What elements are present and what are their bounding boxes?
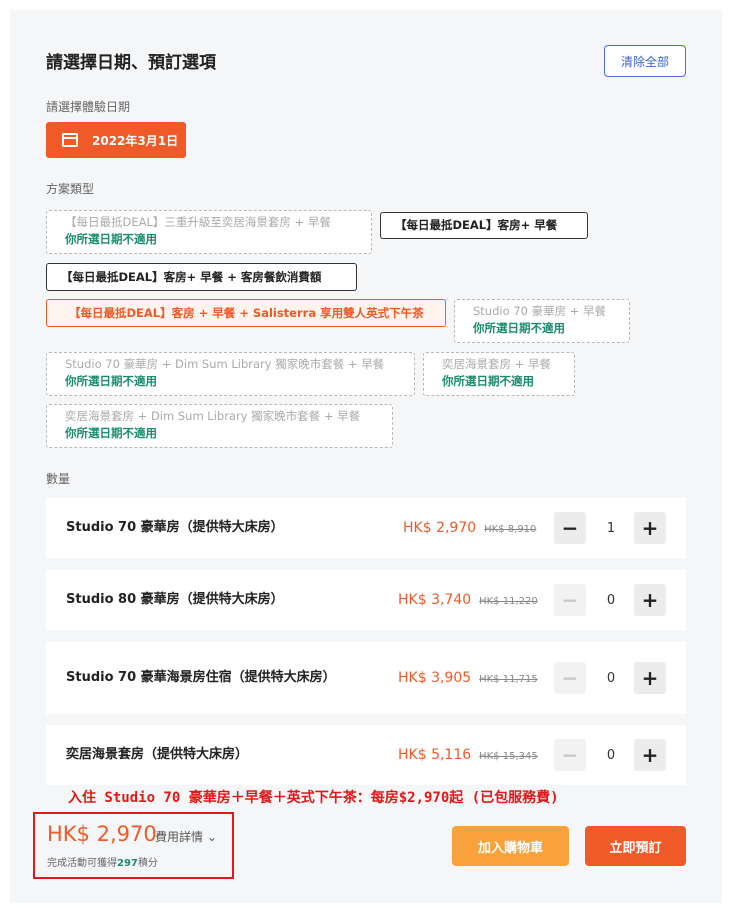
selected-date: 2022年3月1日	[92, 133, 179, 148]
room-row: 奕居海景套房（提供特大床房） HK$ 5,116 HK$ 15,345 − 0 +	[46, 725, 686, 785]
date-section-label: 請選擇體驗日期	[46, 100, 131, 114]
quantity-value: 0	[606, 592, 616, 608]
not-applicable-note: 你所選日期不適用	[65, 426, 157, 440]
original-price: HK$ 11,715	[479, 674, 538, 685]
package-option-label: 【每日最抵DEAL】客房+ 早餐	[395, 218, 558, 232]
room-row: Studio 80 豪華房（提供特大床房） HK$ 3,740 HK$ 11,22…	[46, 570, 686, 630]
total-summary: HK$ 2,970 費用詳情 ⌄ 完成活動可獲得297積分	[33, 812, 234, 879]
room-name: Studio 80 豪華房（提供特大床房）	[66, 592, 284, 607]
room-name: Studio 70 豪華房（提供特大床房）	[66, 520, 284, 535]
clear-all-button[interactable]: 清除全部	[604, 45, 686, 77]
package-option[interactable]: 奕居海景套房 + Dim Sum Library 獨家晚市套餐 + 早餐 你所選…	[46, 404, 393, 448]
room-price: HK$ 3,905 HK$ 11,715	[398, 670, 538, 686]
decrease-button[interactable]: −	[554, 662, 586, 694]
package-option-label: Studio 70 豪華房 + 早餐	[473, 304, 607, 318]
quantity-section-label: 數量	[46, 472, 71, 486]
total-price: HK$ 2,970	[47, 822, 157, 846]
booking-panel: 請選擇日期、預訂選項 清除全部 請選擇體驗日期 2022年3月1日 方案類型 【…	[10, 10, 722, 903]
quantity-value: 1	[606, 520, 616, 536]
not-applicable-note: 你所選日期不適用	[473, 321, 565, 335]
points-value: 297	[117, 858, 138, 869]
package-option-label: 【每日最抵DEAL】三重升級至奕居海景套房 + 早餐	[65, 215, 331, 229]
increase-button[interactable]: +	[634, 512, 666, 544]
package-option[interactable]: Studio 70 豪華房 + Dim Sum Library 獨家晚市套餐 +…	[46, 352, 415, 396]
original-price: HK$ 15,345	[479, 751, 538, 762]
increase-button[interactable]: +	[634, 584, 666, 616]
package-option-selected[interactable]: 【每日最抵DEAL】客房 + 早餐 + Salisterra 享用雙人英式下午茶	[46, 299, 446, 327]
package-option[interactable]: 奕居海景套房 + 早餐 你所選日期不適用	[423, 352, 575, 396]
package-option-label: 【每日最抵DEAL】客房+ 早餐 + 客房餐飲消費額	[61, 269, 322, 284]
date-picker-button[interactable]: 2022年3月1日	[46, 122, 186, 158]
promo-note: 入住 Studio 70 豪華房＋早餐＋英式下午茶：每房$2,970起 (已包服…	[68, 790, 559, 806]
room-name: Studio 70 豪華海景房住宿（提供特大床房）	[66, 670, 336, 685]
package-option[interactable]: Studio 70 豪華房 + 早餐 你所選日期不適用	[454, 299, 630, 343]
not-applicable-note: 你所選日期不適用	[65, 374, 157, 388]
calendar-icon	[62, 133, 78, 147]
package-option-label: 【每日最抵DEAL】客房 + 早餐 + Salisterra 享用雙人英式下午茶	[69, 305, 424, 320]
package-option-label: Studio 70 豪華房 + Dim Sum Library 獨家晚市套餐 +…	[65, 357, 385, 371]
package-option[interactable]: 【每日最抵DEAL】三重升級至奕居海景套房 + 早餐 你所選日期不適用	[46, 210, 372, 254]
decrease-button[interactable]: −	[554, 512, 586, 544]
points-note: 完成活動可獲得297積分	[47, 858, 158, 869]
package-option[interactable]: 【每日最抵DEAL】客房+ 早餐 + 客房餐飲消費額	[46, 263, 357, 291]
increase-button[interactable]: +	[634, 662, 666, 694]
package-section-label: 方案類型	[46, 182, 95, 196]
room-price: HK$ 3,740 HK$ 11,220	[398, 592, 538, 608]
room-name: 奕居海景套房（提供特大床房）	[66, 747, 249, 762]
room-row: Studio 70 豪華房（提供特大床房） HK$ 2,970 HK$ 8,910…	[46, 498, 686, 558]
chevron-down-icon: ⌄	[206, 830, 217, 844]
package-option-label: 奕居海景套房 + 早餐	[442, 357, 551, 371]
package-option[interactable]: 【每日最抵DEAL】客房+ 早餐	[380, 212, 588, 239]
not-applicable-note: 你所選日期不適用	[65, 232, 157, 246]
add-to-cart-button[interactable]: 加入購物車	[452, 826, 569, 866]
room-row: Studio 70 豪華海景房住宿（提供特大床房） HK$ 3,905 HK$ 1…	[46, 642, 686, 714]
room-price: HK$ 2,970 HK$ 8,910	[403, 520, 537, 536]
decrease-button[interactable]: −	[554, 584, 586, 616]
not-applicable-note: 你所選日期不適用	[442, 374, 534, 388]
quantity-value: 0	[606, 747, 616, 763]
room-price: HK$ 5,116 HK$ 15,345	[398, 747, 538, 763]
book-now-button[interactable]: 立即預訂	[585, 826, 686, 866]
package-option-label: 奕居海景套房 + Dim Sum Library 獨家晚市套餐 + 早餐	[65, 409, 361, 423]
increase-button[interactable]: +	[634, 739, 666, 771]
decrease-button[interactable]: −	[554, 739, 586, 771]
original-price: HK$ 11,220	[479, 596, 538, 607]
original-price: HK$ 8,910	[484, 524, 537, 535]
page-title: 請選擇日期、預訂選項	[46, 53, 216, 73]
price-details-toggle[interactable]: 費用詳情 ⌄	[155, 828, 217, 845]
quantity-value: 0	[606, 670, 616, 686]
